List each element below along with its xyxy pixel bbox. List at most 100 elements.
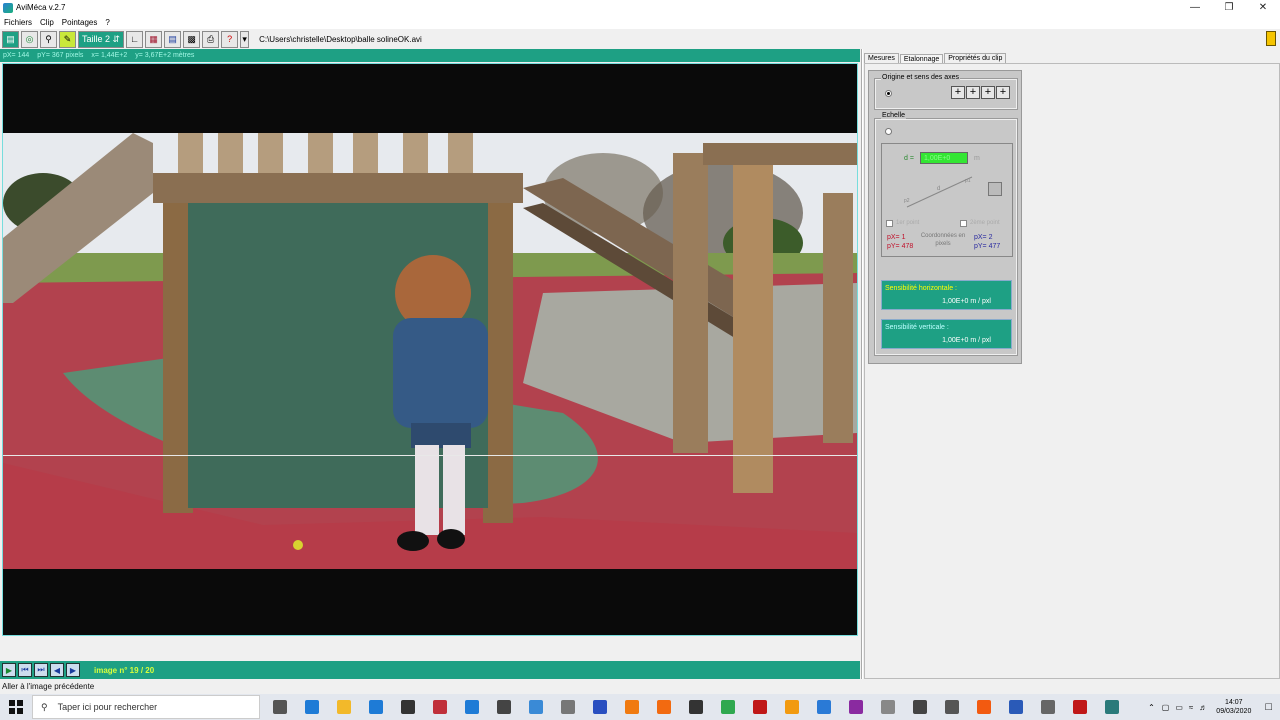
settings-icon[interactable] [488,694,520,720]
firefox-icon[interactable] [968,694,1000,720]
pixel-y: pY= 367 pixels [37,52,84,59]
gift-icon[interactable] [424,694,456,720]
downloads-icon[interactable] [360,694,392,720]
taskbar-search[interactable]: ⚲ Taper ici pour rechercher [32,695,260,719]
calculator-app-icon[interactable] [680,694,712,720]
premiere-icon[interactable] [840,694,872,720]
word-glyph [1009,700,1023,714]
axis-orientation-2-icon[interactable]: + [966,86,980,99]
menu-help[interactable]: ? [101,18,113,27]
file-explorer-icon[interactable] [328,694,360,720]
calculator-icon[interactable]: ▩ [183,30,201,48]
axis-orientation-4-icon[interactable]: + [996,86,1010,99]
tab-proprietes-clip[interactable]: Propriétés du clip [944,53,1007,63]
illustrator-icon[interactable] [776,694,808,720]
notepad-icon[interactable] [904,694,936,720]
scale-title: Echelle [881,112,906,119]
maximize-button[interactable]: ❐ [1212,0,1246,15]
tray-volume-icon[interactable]: ♬ [1196,703,1210,712]
axis-orientation-3-icon[interactable]: + [981,86,995,99]
acrobat-icon[interactable] [744,694,776,720]
avast-icon[interactable] [648,694,680,720]
tab-strip: Mesures Etalonnage Propriétés du clip [864,49,1280,64]
scale-box: d = 1,00E+0 m p2 p1 d 1er point 2ème poi… [881,143,1013,257]
pencil-icon[interactable]: ✎ [59,30,76,48]
axes-icon[interactable]: ∟ [126,30,144,48]
panel-divider[interactable] [861,49,863,679]
clock-time: 14:07 [1225,699,1243,706]
tray-network-icon[interactable]: ▢ [1159,703,1173,712]
scale-diagram-icon: p2 p1 d [904,176,973,208]
axis-orientation-1-icon[interactable]: + [951,86,965,99]
zoom-icon[interactable]: ⚲ [40,30,57,48]
menu-pointages[interactable]: Pointages [58,18,102,27]
point2-x: pX= 2 [974,234,993,241]
clock[interactable]: 14:07 09/03/2020 [1210,698,1257,716]
file-explorer-glyph [337,700,351,714]
avimeca-icon[interactable] [1096,694,1128,720]
edge-icon[interactable] [296,694,328,720]
table-icon[interactable]: ▦ [145,30,163,48]
tray-chevron-icon[interactable]: ⌃ [1144,703,1159,712]
chrome-icon[interactable] [712,694,744,720]
next-frame-icon[interactable]: ▶ [66,663,80,677]
coord-y: y= 3,67E+2 mètres [135,52,195,59]
word-icon[interactable] [1000,694,1032,720]
distance-input[interactable]: 1,00E+0 [920,152,968,164]
edge-glyph [305,700,319,714]
scale-radio[interactable] [885,128,892,135]
media-player-icon[interactable] [1064,694,1096,720]
play-icon[interactable]: ▶ [2,663,16,677]
frame-label: image n° [94,665,128,675]
exit-door-icon[interactable] [1266,31,1276,46]
minimize-button[interactable]: — [1178,0,1212,15]
vlc-icon[interactable] [616,694,648,720]
menu-fichiers[interactable]: Fichiers [0,18,36,27]
mail-icon[interactable] [456,694,488,720]
photoshop-icon[interactable] [808,694,840,720]
second-point-checkbox[interactable] [960,220,967,227]
search-placeholder: Taper ici pour rechercher [57,702,158,712]
graph-icon[interactable]: ▤ [164,30,182,48]
last-frame-icon[interactable]: ⏭ [34,663,48,677]
video-image[interactable] [3,133,857,569]
audio-icon[interactable] [552,694,584,720]
windows-start-icon[interactable] [0,694,32,720]
title-bar: AviMéca v.2.7 — ❐ ✕ [0,0,1280,15]
previous-frame-icon[interactable]: ◀ [50,663,64,677]
photoshop-glyph [817,700,831,714]
validate-scale-button[interactable] [988,182,1002,196]
headphones-icon[interactable] [584,694,616,720]
menu-clip[interactable]: Clip [36,18,58,27]
task-view-icon[interactable] [264,694,296,720]
tray-wifi-icon[interactable]: ≈ [1186,703,1196,712]
calculator-icon[interactable] [936,694,968,720]
photos-icon[interactable] [520,694,552,720]
size-selector[interactable]: Taille 2 ⇵ [78,30,125,48]
tray-battery-icon[interactable]: ▭ [1172,703,1186,712]
system-tray: ⌃ ▢ ▭ ≈ ♬ 14:07 09/03/2020 □ [1144,694,1280,720]
distance-label: d = [904,155,914,162]
video-frame[interactable] [2,63,858,636]
draw-icon[interactable] [872,694,904,720]
tab-mesures[interactable]: Mesures [864,53,899,63]
first-point-checkbox[interactable] [886,220,893,227]
close-button[interactable]: ✕ [1246,0,1280,15]
print-icon[interactable]: ⎙ [202,30,220,48]
frame-counter: image n° 19 / 20 [94,666,154,675]
open-clip-icon[interactable]: ◎ [21,30,38,48]
help-icon[interactable]: ? [221,30,239,48]
store-icon[interactable] [392,694,424,720]
origin-radio[interactable] [885,90,892,97]
calculator-app-glyph [689,700,703,714]
fingerprint-icon[interactable] [1032,694,1064,720]
draw-glyph [881,700,895,714]
mail-glyph [465,700,479,714]
downloads-glyph [369,700,383,714]
notifications-icon[interactable]: □ [1257,701,1280,713]
file-path: C:\Users\christelle\Desktop\balle soline… [259,34,422,44]
first-frame-icon[interactable]: ⏮ [18,663,32,677]
dropdown-icon[interactable]: ▾ [240,30,250,48]
status-bar: Aller à l'image précédente [2,682,95,691]
open-video-icon[interactable]: ▤ [2,30,19,48]
